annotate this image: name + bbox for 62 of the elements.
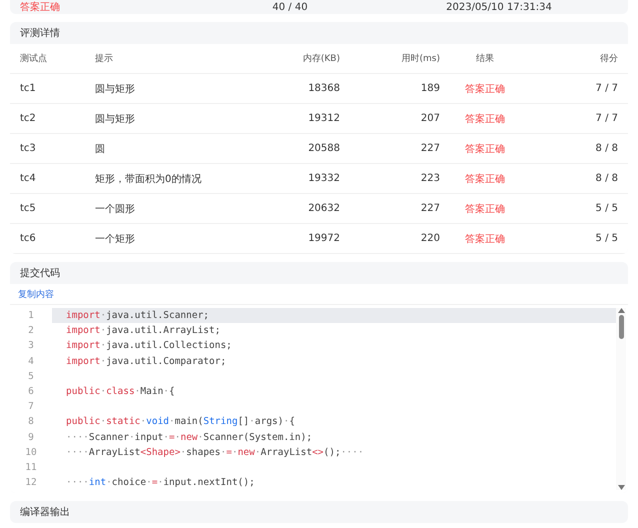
table-cell-text: 8 / 8 [594,173,618,184]
table-cell-text: 答案正确 [464,82,506,96]
code-line: public·static·void·main(String[]·args)·{ [65,416,295,428]
table-cell-text: tc6 [20,233,37,244]
scrollbar-thumb[interactable] [618,315,624,339]
code-line: ····Scanner·input·=·new·Scanner(System.in); [65,432,312,443]
table-cell-text: 答案正确 [464,202,506,216]
result-text: 答案正确 [20,2,61,14]
table-cell-text: tc2 [20,113,37,124]
code-line: import·java.util.Comparator; [65,356,226,367]
table-cell-text: 一个矩形 [95,232,136,246]
table-cell-text: 19332 [307,173,340,184]
column-header: 测试点 [20,52,48,65]
code-line: import·java.util.ArrayList; [65,325,220,336]
table-cell-text: 20588 [307,143,340,154]
column-header: 得分 [599,52,618,65]
table-cell-text: 220 [420,233,440,244]
table-cell-text: 一个圆形 [95,202,136,216]
table-cell-text: 207 [420,113,440,124]
table-cell-text: 答案正确 [464,112,506,126]
table-cell-text: 8 / 8 [594,143,618,154]
section-title: 编译器输出 [19,506,71,520]
table-cell-text: 19972 [307,233,340,244]
table-cell-text: 7 / 7 [594,113,618,124]
table-cell-text: 答案正确 [464,232,506,246]
table-cell-text: 答案正确 [464,172,506,186]
code-line: public·class·Main·{ [65,386,175,398]
table-cell-text: 圆与矩形 [95,82,136,96]
section-title: 提交代码 [19,266,61,281]
column-header: 内存(KB) [302,52,340,65]
line-number: 1 [10,308,52,324]
table-cell-text: tc1 [20,83,37,94]
table-cell-text: 20632 [307,203,340,214]
table-cell-text: 189 [420,83,440,94]
scroll-up-icon[interactable] [618,308,624,313]
column-header: 结果 [475,52,495,65]
table-cell-text: 223 [420,173,440,184]
table-cell-text: 5 / 5 [594,203,618,214]
column-header: 用时(ms) [400,52,440,65]
table-cell-text: 5 / 5 [594,233,618,244]
column-header: 提示 [95,52,114,65]
table-cell-text: tc3 [20,143,37,154]
section-title: 评测详情 [19,26,61,41]
table-cell-text: 227 [420,143,440,154]
table-cell-text: 227 [420,203,440,214]
table-cell-text: 19312 [307,113,340,124]
code-line: ····ArrayList<Shape>·shapes·=·new·ArrayList<>();···· [65,446,364,458]
score-text: 40 / 40 [271,2,309,14]
table-cell-text: 答案正确 [464,142,506,156]
scroll-down-icon[interactable] [618,485,624,490]
table-cell-text: 圆 [95,142,106,156]
table-cell-text: 18368 [307,83,340,94]
submit-time: 2023/05/10 17:31:34 [445,2,553,14]
table-cell-text: 圆与矩形 [95,112,136,126]
table-cell-text: 矩形，带面积为0的情况 [95,172,202,186]
code-line: import·java.util.Collections; [65,340,232,352]
code-line: import·java.util.Scanner; [65,310,210,322]
table-cell-text: tc5 [20,203,37,214]
table-cell-text: tc4 [20,173,37,184]
copy-link[interactable]: 复制内容 [18,288,54,300]
table-cell-text: 7 / 7 [594,83,618,94]
code-line: ····int·choice·=·input.nextInt(); [65,477,255,488]
